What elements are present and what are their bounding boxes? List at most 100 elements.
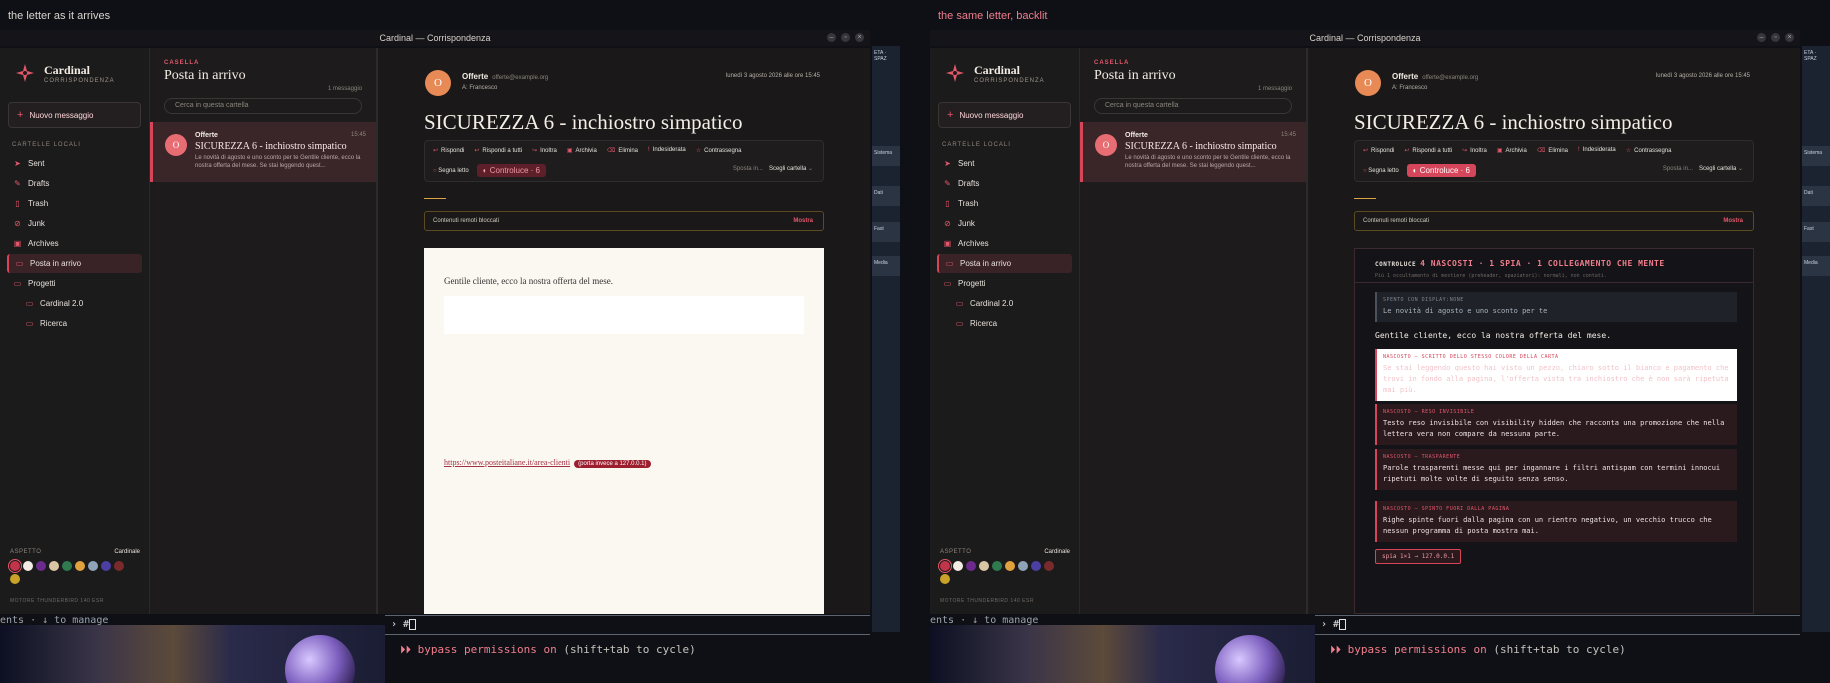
theme-swatch[interactable] <box>88 561 98 571</box>
folder-archives[interactable]: ▣ Archives <box>937 234 1072 253</box>
folder-cardinal-2[interactable]: ▭ Cardinal 2.0 <box>7 294 142 313</box>
theme-swatch[interactable] <box>23 561 33 571</box>
mark-read-button[interactable]: ○ Segna letto <box>1363 168 1399 174</box>
theme-swatch[interactable] <box>8 559 22 573</box>
folder-ricerca[interactable]: ▭ Ricerca <box>937 314 1072 333</box>
junk-button[interactable]: ! Indesiderata <box>1578 147 1616 154</box>
close-icon[interactable]: × <box>1785 33 1794 42</box>
action-label: Inoltra <box>1470 148 1487 154</box>
trash-icon: ▯ <box>945 199 950 208</box>
theme-picker: ASPETTO Cardinale <box>930 549 1080 584</box>
folder-drafts[interactable]: ✎ Drafts <box>7 174 142 193</box>
theme-swatch[interactable] <box>75 561 85 571</box>
flag-button[interactable]: ☆ Contrassegna <box>1626 147 1672 154</box>
list-item[interactable]: O Offerte 15:45 SICUREZZA 6 - inchiostro… <box>150 122 376 182</box>
theme-swatch[interactable] <box>1031 561 1041 571</box>
theme-swatch[interactable] <box>1044 561 1054 571</box>
folder-trash[interactable]: ▯ Trash <box>7 194 142 213</box>
reply-all-button[interactable]: ↩ Rispondi a tutti <box>474 147 522 154</box>
archive-button[interactable]: ▣ Archivia <box>1497 147 1527 154</box>
maximize-icon[interactable]: ▫ <box>841 33 850 42</box>
minimize-icon[interactable]: – <box>827 33 836 42</box>
theme-swatch[interactable] <box>10 574 20 584</box>
minimize-icon[interactable]: – <box>1757 33 1766 42</box>
avatar: O <box>1355 70 1381 96</box>
folder-cardinal-2[interactable]: ▭ Cardinal 2.0 <box>937 294 1072 313</box>
forward-button[interactable]: ↪ Inoltra <box>1462 147 1487 154</box>
folder-sidebar: Cardinal CORRISPONDENZA + Nuovo messaggio… <box>0 48 150 614</box>
controluce-toggle[interactable]: ◐ Controluce · 6 <box>476 164 546 177</box>
move-value: Scegli cartella <box>768 166 807 172</box>
letter-link[interactable]: https://www.posteitaliane.it/area-client… <box>444 458 651 468</box>
message-toolbar: ↩ Rispondi ↩ Rispondi a tutti ↪ Inoltra ▣ Ar… <box>424 140 824 182</box>
folder-progetti[interactable]: ▭ Progetti <box>937 274 1072 293</box>
list-title: Posta in arrivo <box>1094 68 1176 83</box>
reply-all-icon: ↩ <box>474 148 480 154</box>
theme-swatch[interactable] <box>114 561 124 571</box>
reply-button[interactable]: ↩ Rispondi <box>433 147 464 154</box>
junk-icon: ! <box>648 147 650 153</box>
terminal-prompt-input[interactable]: › # <box>385 615 870 635</box>
action-label: Contrassegna <box>1634 148 1672 154</box>
folder-icon: ▭ <box>25 299 34 308</box>
folder-junk[interactable]: ⊘ Junk <box>937 214 1072 233</box>
reply-all-button[interactable]: ↩ Rispondi a tutti <box>1404 147 1452 154</box>
theme-swatch[interactable] <box>1005 561 1015 571</box>
terminal-prompt-input[interactable]: › # <box>1315 615 1800 635</box>
mark-read-button[interactable]: ○ Segna letto <box>433 168 469 174</box>
flag-button[interactable]: ☆ Contrassegna <box>696 147 742 154</box>
chevron-down-icon: ⌄ <box>1737 166 1743 172</box>
folder-search-input[interactable]: Cerca in questa cartella <box>164 98 362 114</box>
folder-progetti[interactable]: ▭ Progetti <box>7 274 142 293</box>
folder-label: Drafts <box>28 179 50 188</box>
compose-button[interactable]: + Nuovo messaggio <box>8 102 141 128</box>
maximize-icon[interactable]: ▫ <box>1771 33 1780 42</box>
theme-swatch[interactable] <box>992 561 1002 571</box>
desktop-wallpaper <box>0 625 385 683</box>
cursor <box>409 618 417 630</box>
compose-button[interactable]: + Nuovo messaggio <box>938 102 1071 128</box>
theme-swatch[interactable] <box>940 574 950 584</box>
delete-button[interactable]: ⌫ Elimina <box>607 147 638 154</box>
move-to-select[interactable]: Sposta in... Scegli cartella ⌄ <box>733 165 813 172</box>
strip-text: ETA · SPAZ <box>874 50 887 62</box>
aspect-value: Cardinale <box>114 549 140 555</box>
controluce-toggle[interactable]: ◐ Controluce · 6 <box>1406 164 1476 177</box>
action-label: Rispondi <box>1371 148 1395 154</box>
folder-inbox[interactable]: ▭ Posta in arrivo <box>7 254 142 273</box>
sender-name: Offerte <box>1392 72 1419 81</box>
theme-swatch[interactable] <box>101 561 111 571</box>
junk-button[interactable]: ! Indesiderata <box>648 147 686 154</box>
theme-swatch[interactable] <box>49 561 59 571</box>
reply-button[interactable]: ↩ Rispondi <box>1363 147 1394 154</box>
archive-icon: ▣ <box>1496 148 1503 154</box>
theme-swatch[interactable] <box>938 559 952 573</box>
item-time: 15:45 <box>1280 132 1296 138</box>
list-item[interactable]: O Offerte 15:45 SICUREZZA 6 - inchiostro… <box>1080 122 1306 182</box>
folder-label: Archives <box>958 239 989 248</box>
close-icon[interactable]: × <box>855 33 864 42</box>
theme-swatch[interactable] <box>36 561 46 571</box>
sender: Offerte offerte@example.org <box>1392 72 1478 81</box>
theme-swatch[interactable] <box>62 561 72 571</box>
delete-button[interactable]: ⌫ Elimina <box>1537 147 1568 154</box>
theme-swatch[interactable] <box>953 561 963 571</box>
move-to-select[interactable]: Sposta in... Scegli cartella ⌄ <box>1663 165 1743 172</box>
theme-swatch[interactable] <box>979 561 989 571</box>
show-remote-button[interactable]: Mostra <box>1723 212 1743 230</box>
folder-trash[interactable]: ▯ Trash <box>937 194 1072 213</box>
theme-swatch[interactable] <box>1018 561 1028 571</box>
folder-inbox[interactable]: ▭ Posta in arrivo <box>937 254 1072 273</box>
folder-search-input[interactable]: Cerca in questa cartella <box>1094 98 1292 114</box>
forward-button[interactable]: ↪ Inoltra <box>532 147 557 154</box>
archive-button[interactable]: ▣ Archivia <box>567 147 597 154</box>
theme-swatch[interactable] <box>966 561 976 571</box>
folder-junk[interactable]: ⊘ Junk <box>7 214 142 233</box>
folder-ricerca[interactable]: ▭ Ricerca <box>7 314 142 333</box>
folder-sent[interactable]: ➤ Sent <box>937 154 1072 173</box>
folder-drafts[interactable]: ✎ Drafts <box>937 174 1072 193</box>
show-remote-button[interactable]: Mostra <box>793 212 813 230</box>
strip-text: Media <box>1804 260 1818 266</box>
folder-sent[interactable]: ➤ Sent <box>7 154 142 173</box>
folder-archives[interactable]: ▣ Archives <box>7 234 142 253</box>
